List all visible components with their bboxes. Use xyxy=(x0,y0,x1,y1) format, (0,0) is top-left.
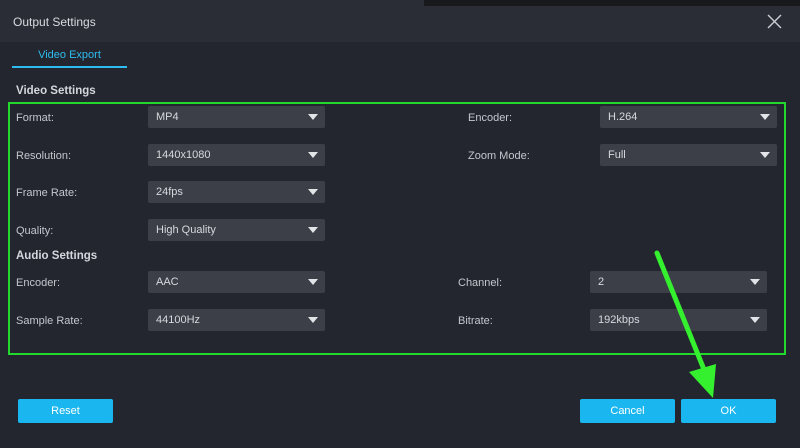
audio-settings-title: Audio Settings xyxy=(16,250,98,262)
quality-select[interactable]: High Quality xyxy=(148,219,325,241)
chevron-down-icon xyxy=(760,152,770,158)
zoom-mode-value: Full xyxy=(608,149,626,161)
bitrate-select[interactable]: 192kbps xyxy=(590,309,767,331)
format-select[interactable]: MP4 xyxy=(148,106,325,128)
video-encoder-select[interactable]: H.264 xyxy=(600,106,777,128)
quality-label: Quality: xyxy=(16,225,54,237)
title-bar: Output Settings xyxy=(0,0,800,42)
video-encoder-value: H.264 xyxy=(608,111,638,123)
tab-label: Video Export xyxy=(38,49,101,61)
channel-value: 2 xyxy=(598,276,605,288)
sample-rate-label: Sample Rate: xyxy=(16,315,83,327)
sample-rate-select[interactable]: 44100Hz xyxy=(148,309,325,331)
channel-select[interactable]: 2 xyxy=(590,271,767,293)
chevron-down-icon xyxy=(760,114,770,120)
quality-value: High Quality xyxy=(156,224,216,236)
chevron-down-icon xyxy=(308,227,318,233)
bitrate-value: 192kbps xyxy=(598,314,640,326)
video-encoder-label: Encoder: xyxy=(468,112,513,124)
chevron-down-icon xyxy=(750,317,760,323)
zoom-mode-select[interactable]: Full xyxy=(600,144,777,166)
format-label: Format: xyxy=(16,112,54,124)
chevron-down-icon xyxy=(308,317,318,323)
close-button[interactable] xyxy=(767,14,782,29)
channel-label: Channel: xyxy=(458,277,503,289)
bitrate-label: Bitrate: xyxy=(458,315,493,327)
zoom-mode-label: Zoom Mode: xyxy=(468,150,530,162)
resolution-select[interactable]: 1440x1080 xyxy=(148,144,325,166)
chevron-down-icon xyxy=(750,279,760,285)
chevron-down-icon xyxy=(308,189,318,195)
ok-button[interactable]: OK xyxy=(681,399,776,423)
resolution-label: Resolution: xyxy=(16,150,72,162)
chevron-down-icon xyxy=(308,152,318,158)
audio-encoder-label: Encoder: xyxy=(16,277,61,289)
frame-rate-label: Frame Rate: xyxy=(16,187,78,199)
chevron-down-icon xyxy=(308,114,318,120)
cancel-button[interactable]: Cancel xyxy=(580,399,675,423)
tab-underline xyxy=(12,66,127,68)
audio-encoder-select[interactable]: AAC xyxy=(148,271,325,293)
reset-button[interactable]: Reset xyxy=(18,399,113,423)
title-bar-edge xyxy=(424,0,800,6)
close-icon xyxy=(767,14,782,29)
window-title: Output Settings xyxy=(13,15,96,29)
video-settings-title: Video Settings xyxy=(16,85,96,97)
sample-rate-value: 44100Hz xyxy=(156,314,201,326)
audio-encoder-value: AAC xyxy=(156,276,179,288)
format-value: MP4 xyxy=(156,111,179,123)
tab-video-export[interactable]: Video Export xyxy=(12,44,127,68)
frame-rate-select[interactable]: 24fps xyxy=(148,181,325,203)
resolution-value: 1440x1080 xyxy=(156,149,211,161)
chevron-down-icon xyxy=(308,279,318,285)
frame-rate-value: 24fps xyxy=(156,186,183,198)
